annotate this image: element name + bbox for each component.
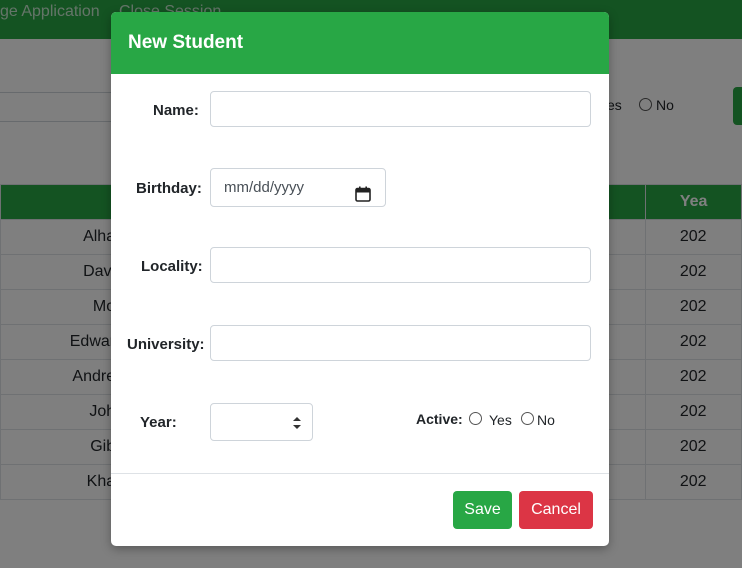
modal-header: New Student: [111, 12, 609, 74]
birthday-input[interactable]: mm/dd/yyyy: [210, 168, 386, 207]
active-no-label: No: [537, 412, 555, 428]
modal-footer: Save Cancel: [111, 473, 609, 546]
calendar-icon[interactable]: [355, 179, 371, 216]
active-yes-radio[interactable]: [469, 412, 482, 425]
year-label: Year:: [140, 414, 177, 431]
active-yes-label: Yes: [489, 412, 512, 428]
name-input[interactable]: [210, 91, 591, 127]
birthday-label: Birthday:: [136, 180, 202, 197]
year-select[interactable]: [210, 403, 313, 441]
save-button[interactable]: Save: [453, 491, 512, 529]
name-label: Name:: [153, 102, 199, 119]
birthday-placeholder: mm/dd/yyyy: [224, 179, 305, 196]
modal-title: New Student: [128, 32, 244, 53]
university-label: University:: [127, 336, 205, 353]
active-no-radio[interactable]: [521, 412, 534, 425]
cancel-button[interactable]: Cancel: [519, 491, 593, 529]
locality-input[interactable]: [210, 247, 591, 283]
active-label: Active:: [416, 411, 463, 427]
university-input[interactable]: [210, 325, 591, 361]
select-arrows-icon: [292, 416, 302, 430]
locality-label: Locality:: [141, 258, 203, 275]
new-student-modal: New Student Name: Birthday: mm/dd/yyyy L…: [111, 12, 609, 546]
